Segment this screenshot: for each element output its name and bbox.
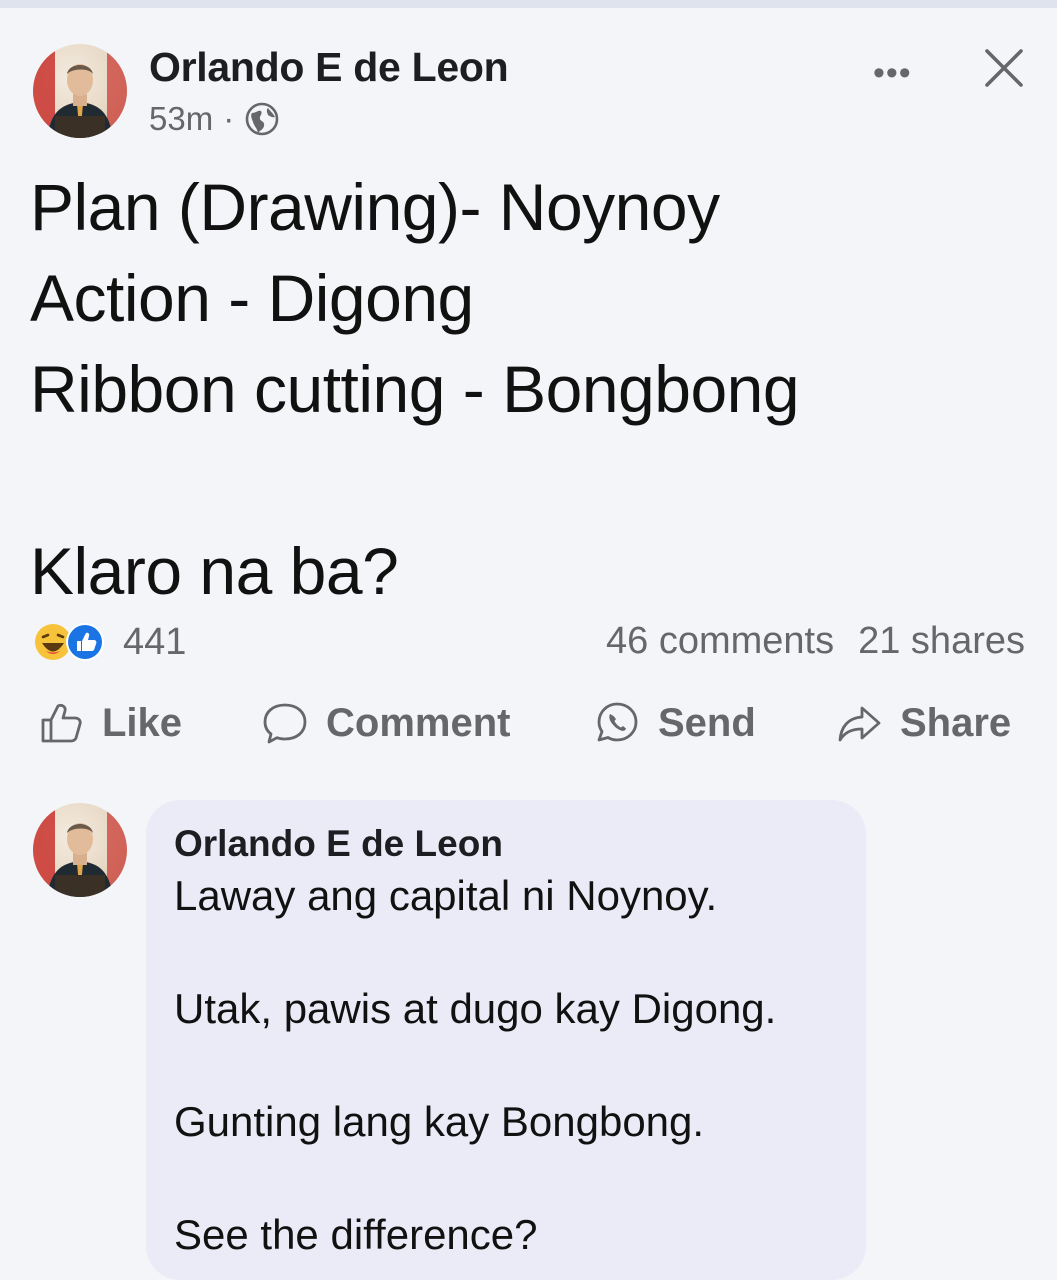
like-reaction-icon: [66, 623, 104, 661]
top-divider: [0, 0, 1057, 8]
like-label: Like: [102, 700, 183, 745]
author-avatar[interactable]: [33, 44, 127, 138]
haha-reaction-icon: [35, 624, 71, 660]
post-actions-bar: Like Comment Send Share: [0, 700, 1057, 764]
commenter-avatar[interactable]: [33, 803, 127, 897]
comment-button[interactable]: Comment: [262, 700, 510, 746]
post-author-name[interactable]: Orlando E de Leon: [149, 44, 509, 91]
comment-line: Utak, pawis at dugo kay Digong.: [174, 985, 777, 1032]
comment-author-name[interactable]: Orlando E de Leon: [174, 823, 503, 865]
comment-line: See the difference?: [174, 1211, 538, 1258]
comment-label: Comment: [326, 700, 511, 745]
share-button[interactable]: Share: [836, 700, 1011, 746]
comment-line: Gunting lang kay Bongbong.: [174, 1098, 705, 1145]
comments-count[interactable]: 46 comments: [606, 620, 834, 662]
share-arrow-icon: [838, 706, 881, 742]
more-options-icon[interactable]: •••: [873, 54, 912, 93]
post-line: Klaro na ba?: [30, 534, 399, 608]
send-button[interactable]: Send: [594, 700, 756, 746]
post-stats: 46 comments 21 shares: [606, 620, 1025, 663]
post-meta: 53m ·: [149, 100, 280, 138]
reactions-summary[interactable]: 441: [33, 620, 186, 664]
reaction-count[interactable]: 441: [123, 621, 186, 664]
post-text: Plan (Drawing)- Noynoy Action - Digong R…: [30, 162, 800, 617]
whatsapp-icon: [597, 702, 638, 742]
meta-separator: ·: [223, 100, 235, 137]
post-line-blank: [30, 435, 799, 526]
post-time[interactable]: 53m: [149, 100, 213, 138]
like-button[interactable]: Like: [38, 700, 182, 746]
post-line: Plan (Drawing)- Noynoy: [30, 170, 720, 244]
thumbs-up-icon: [41, 703, 82, 743]
comment-line: Laway ang capital ni Noynoy.: [174, 872, 718, 919]
post-line: Ribbon cutting - Bongbong: [30, 352, 800, 426]
globe-icon: [244, 101, 280, 137]
shares-count[interactable]: 21 shares: [858, 620, 1025, 662]
send-label: Send: [658, 700, 756, 745]
reaction-icons: [35, 623, 104, 661]
comment-bubble-icon: [263, 703, 307, 744]
post-line: Action - Digong: [30, 261, 474, 335]
close-icon[interactable]: [982, 46, 1026, 90]
share-label: Share: [900, 700, 1012, 745]
